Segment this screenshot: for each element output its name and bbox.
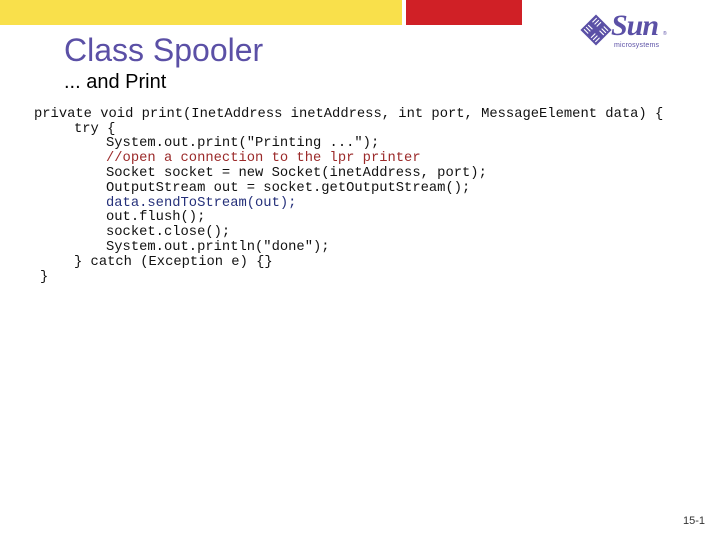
code-line: System.out.println("done"); [106, 240, 330, 255]
code-line: private void print(InetAddress inetAddre… [34, 107, 664, 122]
header-bar-red [406, 0, 522, 25]
code-comment-line: //open a connection to the lpr printer [106, 151, 421, 166]
code-line: System.out.print("Printing ..."); [106, 136, 380, 151]
code-line: } [40, 270, 49, 285]
logo-wordmark: Sun [611, 9, 659, 42]
sun-diamond-logo-icon [580, 14, 612, 46]
code-line: out.flush(); [106, 210, 206, 225]
code-line: socket.close(); [106, 225, 231, 240]
header-bar-yellow [0, 0, 402, 25]
page-number: 15-1 [683, 515, 706, 527]
sun-microsystems-logo: Sun ® microsystems [578, 9, 668, 54]
code-line: } catch (Exception e) {} [74, 255, 273, 270]
logo-trademark: ® [663, 31, 667, 37]
logo-tagline: microsystems [614, 42, 660, 49]
slide-title: Class Spooler [64, 32, 264, 68]
code-line: OutputStream out = socket.getOutputStrea… [106, 181, 471, 196]
code-line: Socket socket = new Socket(inetAddress, … [106, 166, 487, 181]
slide-subtitle: ... and Print [64, 71, 167, 93]
